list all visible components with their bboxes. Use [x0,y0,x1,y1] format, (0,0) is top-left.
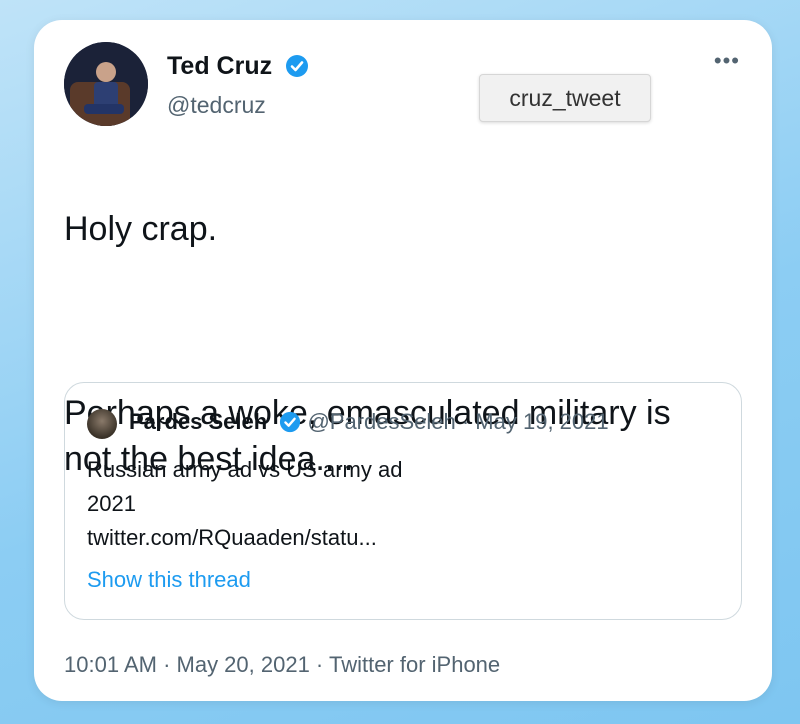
quoted-avatar[interactable] [87,409,117,439]
tweet-footer: 10:01 AM · May 20, 2021 · Twitter for iP… [64,652,501,677]
display-name-text: Ted Cruz [167,52,273,80]
label-chip: cruz_tweet [479,74,651,122]
verified-badge-icon [286,55,309,77]
quoted-display-name[interactable]: Pardes Seleh [129,409,267,434]
quoted-link-text[interactable]: twitter.com/RQuaaden/statu... [87,521,507,555]
quoted-meta: @PardesSeleh · May 19, 2021 [307,409,609,434]
display-name[interactable]: Ted Cruz [167,52,309,81]
verified-badge-icon [280,411,301,433]
quoted-header: Pardes Seleh @PardesSeleh · May 19, 2021 [129,409,609,435]
tweet-card: Ted Cruz @tedcruz ••• cruz_tweet Holy cr… [34,20,772,701]
quoted-text-line: 2021 [87,491,136,516]
show-thread-link[interactable]: Show this thread [87,567,251,593]
quoted-text: Russian army ad vs US army ad 2021 twitt… [87,453,507,555]
quoted-tweet[interactable]: Pardes Seleh @PardesSeleh · May 19, 2021… [64,382,742,620]
user-handle[interactable]: @tedcruz [167,92,266,119]
avatar[interactable] [64,42,148,126]
tweet-text-line: Holy crap. [64,210,218,248]
quoted-text-line: Russian army ad vs US army ad [87,457,403,482]
avatar-image-icon [64,42,148,126]
more-options-icon[interactable]: ••• [714,50,740,72]
